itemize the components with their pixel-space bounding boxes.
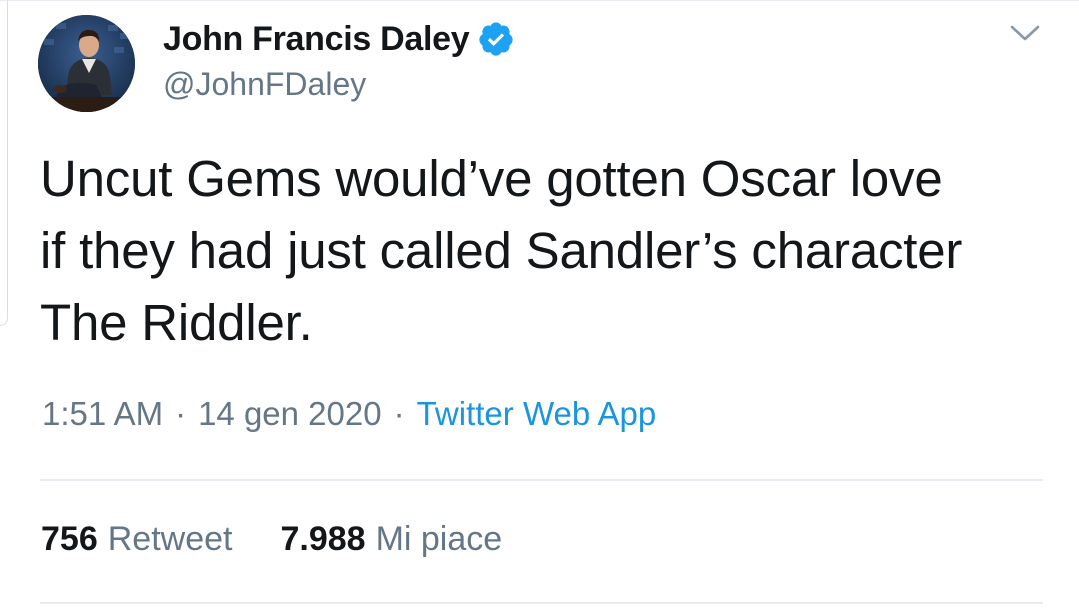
author-name-row[interactable]: John Francis Daley	[163, 18, 515, 60]
tweet-date[interactable]: 14 gen 2020	[198, 395, 382, 433]
tweet-text-line: The Riddler.	[40, 294, 313, 351]
retweets-label: Retweet	[107, 520, 233, 558]
retweets-count: 756	[41, 520, 98, 558]
author-display-name[interactable]: John Francis Daley	[163, 20, 470, 59]
avatar-photo	[38, 15, 135, 112]
likes-count: 7.988	[280, 520, 366, 558]
tweet-text-line: if they had just called Sandler’s charac…	[40, 222, 963, 279]
tweet-meta: 1:51 AM · 14 gen 2020 · Twitter Web App	[42, 395, 656, 433]
tweet-detail-page: John Francis Daley @JohnFDaley Uncut Gem…	[0, 0, 1079, 613]
author-handle[interactable]: @JohnFDaley	[163, 66, 366, 103]
verified-badge-icon	[477, 20, 515, 58]
tweet-text: Uncut Gems would’ve gotten Oscar love if…	[40, 143, 1060, 359]
tweet-source-link[interactable]: Twitter Web App	[417, 395, 657, 433]
left-panel-edge	[0, 0, 8, 326]
tweet-stats: 756 Retweet 7.988 Mi piace	[41, 520, 502, 559]
chevron-down-icon[interactable]	[1008, 22, 1042, 46]
meta-separator: ·	[175, 395, 187, 432]
meta-separator: ·	[393, 395, 405, 432]
tweet-time[interactable]: 1:51 AM	[42, 395, 163, 433]
likes-label: Mi piace	[375, 520, 503, 558]
retweets-stat[interactable]: 756 Retweet	[41, 520, 232, 559]
divider	[40, 602, 1043, 604]
divider	[40, 479, 1043, 481]
tweet-text-line: Uncut Gems would’ve gotten Oscar love	[40, 150, 943, 207]
likes-stat[interactable]: 7.988 Mi piace	[280, 520, 502, 559]
top-border	[0, 0, 1079, 1]
avatar[interactable]	[38, 15, 135, 112]
